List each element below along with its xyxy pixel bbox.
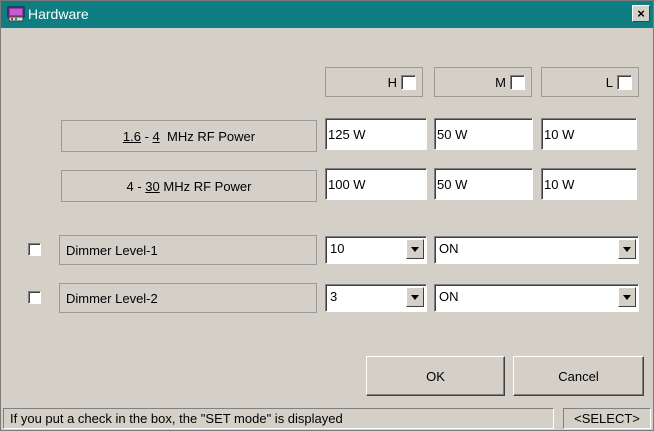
- column-checkbox-m[interactable]: [510, 74, 525, 90]
- rf-power-h-input-1[interactable]: 125 W: [325, 118, 427, 150]
- rf-power-h-input-2[interactable]: 100 W: [325, 168, 427, 200]
- ok-button[interactable]: OK: [366, 356, 505, 396]
- close-button[interactable]: ×: [632, 5, 650, 22]
- dimmer-2-level-value: 3: [330, 289, 338, 304]
- range-separator: -: [133, 178, 146, 194]
- dimmer-2-level-select[interactable]: 3: [325, 284, 427, 312]
- column-header-l: L: [541, 67, 639, 97]
- rf-unit-text: MHz RF Power: [166, 128, 256, 144]
- status-mode: <SELECT>: [563, 408, 651, 429]
- dimmer-1-checkbox[interactable]: [28, 243, 41, 256]
- rf-power-l-input-1[interactable]: 10 W: [541, 118, 637, 150]
- dimmer-2-state-value: ON: [439, 289, 459, 304]
- dimmer-1-label-box: Dimmer Level-1: [59, 235, 317, 265]
- input-value: 50 W: [437, 126, 468, 142]
- title-bar: Hardware ×: [1, 1, 653, 28]
- rf-range-high: 4: [152, 128, 160, 144]
- rf-range-low: 4: [126, 178, 134, 194]
- input-value: 10 W: [544, 176, 575, 192]
- dimmer-2-state-select[interactable]: ON: [434, 284, 639, 312]
- column-label-m: M: [495, 74, 506, 90]
- column-checkbox-l[interactable]: [617, 74, 632, 90]
- dimmer-1-level-value: 10: [330, 241, 345, 256]
- range-separator: -: [140, 128, 153, 144]
- input-value: 100 W: [328, 176, 366, 192]
- input-value: 10 W: [544, 126, 575, 142]
- rf-power-m-input-2[interactable]: 50 W: [434, 168, 533, 200]
- rf-range-high: 30: [145, 178, 160, 194]
- rf-power-label-2: 4 - 30 MHz RF Power: [61, 170, 317, 202]
- column-header-h: H: [325, 67, 423, 97]
- close-icon: ×: [637, 6, 645, 21]
- dimmer-2-label-box: Dimmer Level-2: [59, 283, 317, 313]
- column-label-h: H: [387, 74, 397, 90]
- dimmer-1-level-select[interactable]: 10: [325, 236, 427, 264]
- dimmer-1-label: Dimmer Level-1: [66, 242, 158, 258]
- window-title: Hardware: [28, 6, 89, 22]
- status-bar: If you put a check in the box, the "SET …: [1, 406, 653, 430]
- column-label-l: L: [605, 74, 613, 90]
- hardware-dialog: Hardware × H M L 1.6 - 4 MHz RF Power 12…: [0, 0, 654, 431]
- chevron-down-icon[interactable]: [618, 239, 636, 259]
- chevron-down-icon[interactable]: [618, 287, 636, 307]
- dimmer-2-checkbox[interactable]: [28, 291, 41, 304]
- rf-power-label-1: 1.6 - 4 MHz RF Power: [61, 120, 317, 152]
- column-header-m: M: [434, 67, 532, 97]
- column-checkbox-h[interactable]: [401, 74, 416, 90]
- rf-power-m-input-1[interactable]: 50 W: [434, 118, 533, 150]
- rf-unit-text: MHz RF Power: [163, 178, 252, 194]
- dimmer-1-state-value: ON: [439, 241, 459, 256]
- rf-power-l-input-2[interactable]: 10 W: [541, 168, 637, 200]
- rf-range-low: 1.6: [122, 128, 141, 144]
- hardware-app-icon: [7, 6, 25, 22]
- dimmer-1-state-select[interactable]: ON: [434, 236, 639, 264]
- chevron-down-icon[interactable]: [406, 239, 424, 259]
- input-value: 50 W: [437, 176, 468, 192]
- dimmer-2-label: Dimmer Level-2: [66, 290, 158, 306]
- cancel-button[interactable]: Cancel: [513, 356, 644, 396]
- input-value: 125 W: [328, 126, 366, 142]
- chevron-down-icon[interactable]: [406, 287, 424, 307]
- status-message: If you put a check in the box, the "SET …: [3, 408, 554, 429]
